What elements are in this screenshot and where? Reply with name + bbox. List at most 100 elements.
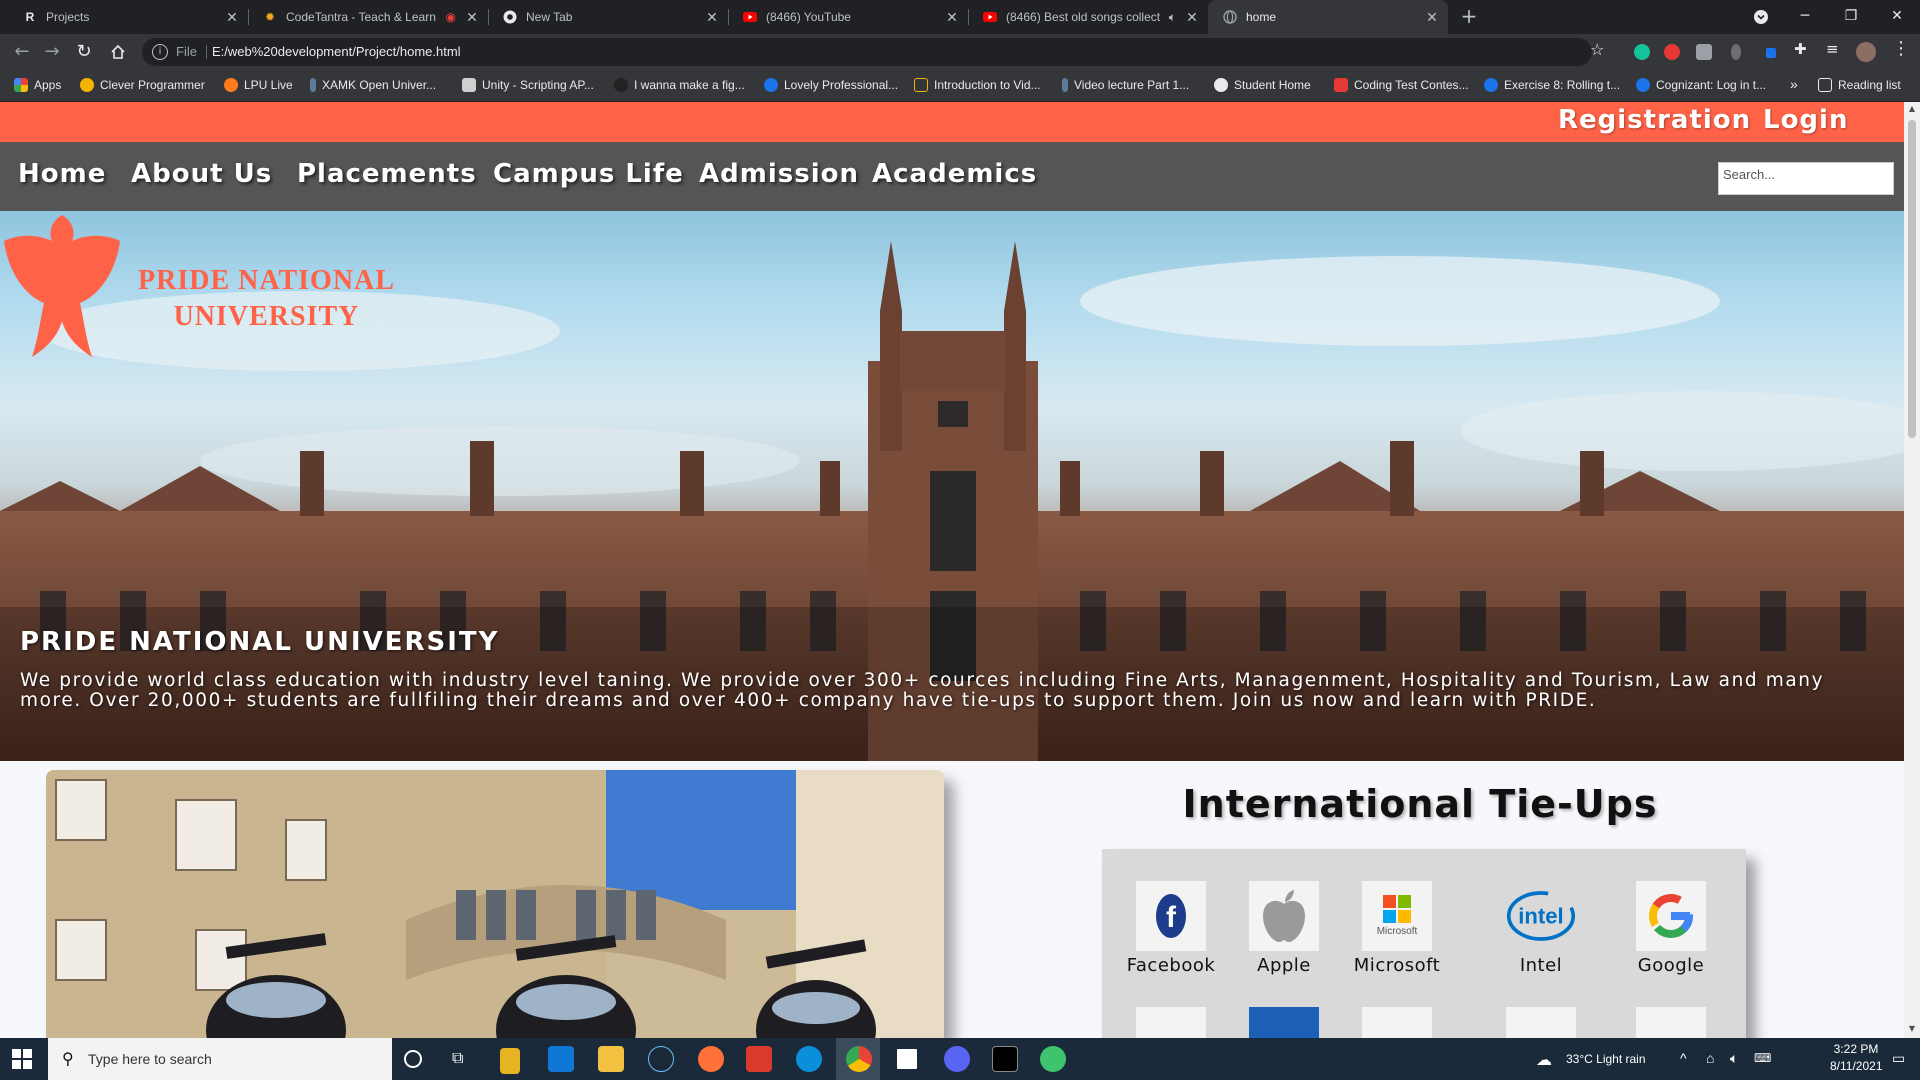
reload-button[interactable]: ↻ [70,38,98,66]
app-p-icon[interactable] [746,1046,772,1072]
company-google[interactable]: Google [1616,881,1726,976]
scroll-down-arrow-icon[interactable]: ▼ [1907,1024,1917,1033]
home-button[interactable] [104,38,132,66]
close-icon[interactable]: ✕ [1422,9,1442,26]
company-apple[interactable]: Apple [1229,881,1339,976]
bookmark-item[interactable]: Student Home [1214,78,1311,92]
close-icon[interactable]: ✕ [702,9,722,26]
company-logo-partial[interactable] [1486,1007,1596,1038]
bookmark-item[interactable]: XAMK Open Univer... [310,78,436,92]
logo-text: PRIDE NATIONAL UNIVERSITY [138,263,395,335]
speaker-icon[interactable]: 🔈︎ [1169,10,1176,25]
login-link[interactable]: Login [1763,105,1848,135]
info-icon[interactable]: i [152,44,168,60]
edge-icon[interactable] [796,1046,822,1072]
nav-home[interactable]: Home [18,159,106,189]
scroll-thumb[interactable] [1908,120,1916,438]
company-logo-partial[interactable] [1342,1007,1452,1038]
grey-extension-icon[interactable] [1731,44,1741,60]
nav-academics[interactable]: Academics [872,159,1037,189]
nav-campus-life[interactable]: Campus Life [493,159,684,189]
registration-link[interactable]: Registration [1558,105,1751,135]
clock[interactable]: 3:22 PM 8/11/2021 [1830,1042,1883,1073]
url-text[interactable]: E:/web%20development/Project/home.html [212,44,461,59]
search-input[interactable]: Search... [1718,162,1894,195]
bookmark-item[interactable]: Clever Programmer [80,78,205,92]
reading-list-button[interactable]: Reading list [1818,78,1901,92]
address-bar[interactable]: i File E:/web%20development/Project/home… [142,38,1592,66]
windows-start-icon[interactable] [12,1049,32,1069]
tab-new-tab[interactable]: New Tab ✕ [488,0,728,34]
tab-codetantra[interactable]: ✹ CodeTantra - Teach & Learn ◉ ✕ [248,0,488,34]
close-window-button[interactable]: ✕ [1874,0,1920,34]
weather-text[interactable]: 33°C Light rain [1566,1052,1646,1066]
blue-extension-icon[interactable] [1766,48,1776,58]
bookmark-item[interactable]: Cognizant: Log in t... [1636,78,1766,92]
minimize-button[interactable]: ─ [1782,0,1828,34]
terminal-icon[interactable] [992,1046,1018,1072]
cortana-icon[interactable] [404,1050,422,1068]
media-control-icon[interactable]: ≡ [1826,40,1842,58]
visual-studio-icon[interactable] [894,1046,920,1072]
bookmark-item[interactable]: Lovely Professional... [764,78,898,92]
close-icon[interactable]: ✕ [222,9,242,26]
firefox-icon[interactable] [698,1046,724,1072]
company-logo-partial[interactable] [1116,1007,1226,1038]
bookmark-item[interactable]: Unity - Scripting AP... [462,78,594,92]
nav-admission[interactable]: Admission [699,159,859,189]
chrome-icon[interactable] [846,1046,872,1072]
red-extension-icon[interactable] [1664,44,1680,60]
taskbar-search-box[interactable]: ⚲ Type here to search [48,1038,392,1080]
nav-placements[interactable]: Placements [297,159,477,189]
company-logo-partial[interactable]: SAP [1229,1007,1339,1038]
file-explorer-icon[interactable] [598,1046,624,1072]
close-icon[interactable]: ✕ [1182,9,1202,26]
apple-icon [1249,881,1319,951]
tab-title: CodeTantra - Teach & Learn [286,10,436,24]
grammarly-extension-icon[interactable] [1634,44,1650,60]
new-tab-button[interactable]: + [1454,0,1484,34]
tab-youtube[interactable]: (8466) YouTube ✕ [728,0,968,34]
discord-icon[interactable] [944,1046,970,1072]
tab-youtube-songs[interactable]: (8466) Best old songs collect 🔈︎ ✕ [968,0,1208,34]
bookmark-apps[interactable]: Apps [14,78,61,92]
scroll-up-arrow-icon[interactable]: ▲ [1907,104,1917,113]
mail-icon[interactable] [548,1046,574,1072]
bookmark-item[interactable]: LPU Live [224,78,293,92]
page-scrollbar[interactable]: ▲ ▼ [1904,102,1920,1038]
bookmark-label: Cognizant: Log in t... [1656,78,1767,92]
bookmark-item[interactable]: Introduction to Vid... [914,78,1041,92]
notification-icon[interactable]: ▭ [1892,1050,1905,1067]
steam-icon[interactable] [648,1046,674,1072]
bookmark-item[interactable]: Video lecture Part 1... [1062,78,1189,92]
bookmarks-overflow-button[interactable]: » [1790,76,1798,92]
back-button[interactable]: ← [8,38,36,66]
tab-search-button[interactable] [1738,0,1784,34]
company-intel[interactable]: intel Intel [1486,881,1596,976]
tab-home[interactable]: home ✕ [1208,0,1448,34]
store-icon[interactable] [500,1048,520,1074]
company-facebook[interactable]: f Facebook [1116,881,1226,976]
chevron-up-icon[interactable]: ^ [1680,1050,1687,1066]
close-icon[interactable]: ✕ [942,9,962,26]
task-view-icon[interactable]: ⧉ [452,1048,478,1074]
app-green-icon[interactable] [1040,1046,1066,1072]
copy-extension-icon[interactable] [1696,44,1712,60]
company-logo-partial[interactable] [1616,1007,1726,1038]
puzzle-extensions-icon[interactable]: ✚ [1794,40,1810,58]
nav-about-us[interactable]: About Us [131,159,272,189]
keyboard-icon[interactable]: ⌨ [1754,1051,1771,1065]
kebab-menu-icon[interactable]: ⋮ [1892,38,1910,59]
close-icon[interactable]: ✕ [462,9,482,26]
network-icon[interactable]: ⌂ [1706,1050,1714,1066]
bookmark-star-icon[interactable]: ☆ [1590,40,1604,59]
maximize-button[interactable]: ❐ [1828,0,1874,34]
bookmark-item[interactable]: Exercise 8: Rolling t... [1484,78,1620,92]
tab-projects[interactable]: R Projects ✕ [8,0,248,34]
forward-button[interactable]: → [38,38,66,66]
company-microsoft[interactable]: Microsoft Microsoft [1342,881,1452,976]
bookmark-item[interactable]: Coding Test Contes... [1334,78,1469,92]
profile-avatar[interactable] [1856,42,1876,62]
bookmark-item[interactable]: I wanna make a fig... [614,78,745,92]
volume-icon[interactable]: 🔈︎ [1730,1050,1738,1067]
